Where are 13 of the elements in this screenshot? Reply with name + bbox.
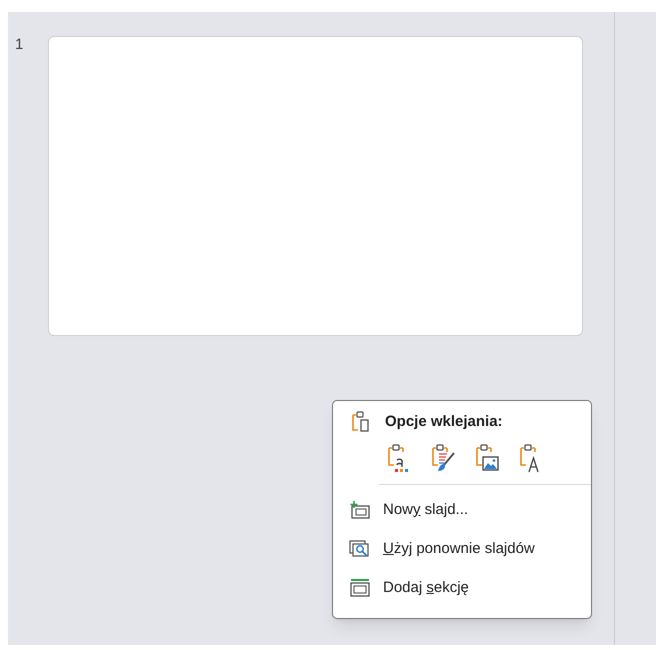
menu-item[interactable]: Dodaj sekcję [383,576,469,600]
slide-thumbnail[interactable] [48,36,583,336]
paste-with-brush-icon [430,442,456,472]
paste-options-heading: Opcje wklejania: [385,412,503,432]
menu-item[interactable]: Użyj ponownie slajdów [383,538,535,560]
menu-item[interactable]: Nowy slajd... [383,498,468,522]
paste-option-button[interactable] [429,442,457,474]
paste-option-button[interactable] [473,442,501,474]
new-slide-icon [349,500,371,520]
add-section-icon [349,578,371,598]
slide-number: 1 [14,35,24,55]
reuse-slides-icon [349,539,371,559]
paste-picture-icon [474,442,500,472]
